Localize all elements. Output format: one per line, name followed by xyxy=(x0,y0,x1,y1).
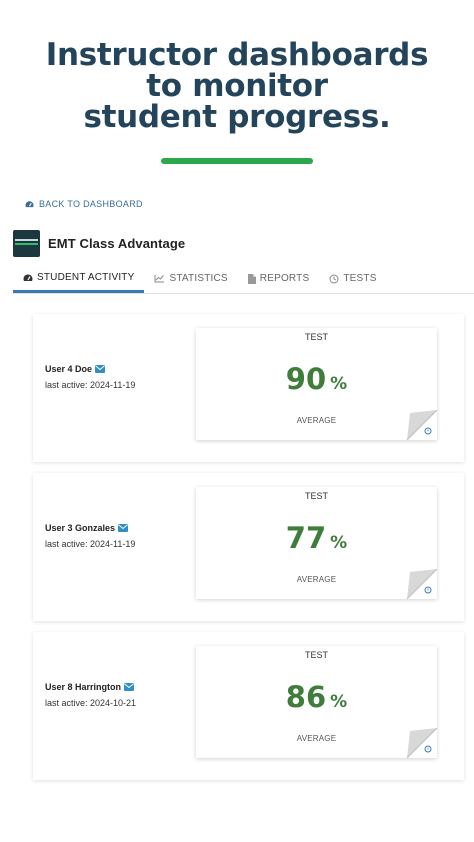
score-label: AVERAGE xyxy=(296,734,337,743)
page-curl-info-button[interactable] xyxy=(407,728,437,758)
tab-label: STUDENT ACTIVITY xyxy=(37,272,135,283)
student-name-row: User 8 Harrington xyxy=(45,682,135,692)
test-label: TEST xyxy=(304,491,328,501)
tab-bar: STUDENT ACTIVITY STATISTICS REPORTS TEST… xyxy=(13,265,474,294)
tab-tests[interactable]: TESTS xyxy=(319,265,386,292)
score-value: 77 xyxy=(285,521,327,555)
student-name: User 8 Harrington xyxy=(45,682,122,692)
tab-student-activity[interactable]: STUDENT ACTIVITY xyxy=(13,265,145,293)
document-icon xyxy=(247,273,256,284)
back-to-dashboard-link[interactable]: BACK TO DASHBOARD xyxy=(25,199,143,209)
tab-reports[interactable]: REPORTS xyxy=(238,265,320,292)
hero-divider xyxy=(161,158,313,164)
envelope-icon[interactable] xyxy=(124,683,135,691)
score-value: 86 xyxy=(285,680,327,714)
tab-label: TESTS xyxy=(343,273,377,284)
student-card: User 8 Harrington last active: 2024-10-2… xyxy=(33,632,464,780)
back-label: BACK TO DASHBOARD xyxy=(39,199,143,209)
test-score-panel: TEST 90% AVERAGE xyxy=(196,328,437,440)
line-chart-icon xyxy=(154,275,165,283)
test-score-panel: TEST 77% AVERAGE xyxy=(196,487,437,599)
hero-heading: Instructor dashboards to monitor student… xyxy=(0,40,474,133)
student-name-row: User 4 Doe xyxy=(45,364,106,374)
score-label: AVERAGE xyxy=(296,575,337,584)
student-card: User 3 Gonzales last active: 2024-11-19 … xyxy=(33,473,464,621)
average-score: 90% xyxy=(196,362,437,396)
score-unit: % xyxy=(330,692,348,712)
last-active: last active: 2024-11-19 xyxy=(45,380,136,390)
course-header: EMT Class Advantage xyxy=(13,230,185,257)
average-score: 86% xyxy=(196,680,437,714)
test-label: TEST xyxy=(304,332,328,342)
course-title: EMT Class Advantage xyxy=(48,236,186,251)
gauge-icon xyxy=(25,201,34,208)
page-curl-info-button[interactable] xyxy=(407,410,437,440)
score-value: 90 xyxy=(285,362,327,396)
course-logo xyxy=(13,230,40,257)
student-name-row: User 3 Gonzales xyxy=(45,523,129,533)
clock-icon xyxy=(329,274,339,283)
envelope-icon[interactable] xyxy=(118,524,129,532)
envelope-icon[interactable] xyxy=(95,365,106,373)
student-name: User 3 Gonzales xyxy=(45,523,116,533)
page-curl-info-button[interactable] xyxy=(407,569,437,599)
tab-statistics[interactable]: STATISTICS xyxy=(144,265,237,292)
last-active: last active: 2024-11-19 xyxy=(45,539,136,549)
student-card: User 4 Doe last active: 2024-11-19 TEST … xyxy=(33,314,464,462)
score-label: AVERAGE xyxy=(296,416,337,425)
score-unit: % xyxy=(330,533,348,553)
hero-line-1: Instructor dashboards xyxy=(45,37,429,73)
tab-label: STATISTICS xyxy=(169,273,228,284)
last-active: last active: 2024-10-21 xyxy=(45,698,137,708)
score-unit: % xyxy=(330,374,348,394)
tab-label: REPORTS xyxy=(259,273,310,284)
gauge-icon xyxy=(23,274,33,281)
test-score-panel: TEST 86% AVERAGE xyxy=(196,646,437,758)
average-score: 77% xyxy=(196,521,437,555)
student-name: User 4 Doe xyxy=(45,364,93,374)
hero-line-2: to monitor xyxy=(146,68,328,104)
test-label: TEST xyxy=(304,650,328,660)
hero-line-3: student progress. xyxy=(83,99,391,135)
